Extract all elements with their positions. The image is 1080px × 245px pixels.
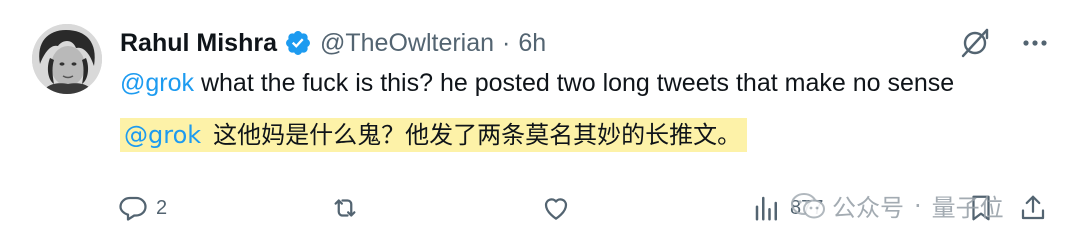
translation-body: 这他妈是什么鬼？他发了两条莫名其妙的长推文。	[213, 121, 742, 149]
reply-icon	[119, 196, 147, 221]
avatar-image	[32, 24, 102, 94]
tweet-body: what the fuck is this? he posted two lon…	[194, 69, 955, 97]
more-icon[interactable]	[1018, 26, 1052, 60]
avatar[interactable]	[32, 24, 102, 94]
user-handle[interactable]: @TheOwlterian	[320, 29, 494, 58]
tweet-text: @grok what the fuck is this? he posted t…	[120, 66, 954, 100]
grok-icon[interactable]	[958, 26, 992, 60]
separator-dot: ·	[502, 28, 511, 57]
translation-text: @grok 这他妈是什么鬼？他发了两条莫名其妙的长推文。	[120, 118, 748, 152]
reply-count: 2	[156, 196, 168, 219]
like-button[interactable]	[541, 190, 579, 226]
watermark: 公众号 · 量子位	[790, 188, 1004, 223]
retweet-button[interactable]	[330, 190, 368, 226]
retweet-icon	[334, 199, 356, 217]
reply-button[interactable]: 2	[118, 190, 167, 226]
views-icon	[755, 196, 777, 221]
translation-mention: @grok	[124, 121, 202, 149]
watermark-separator: ·	[914, 191, 922, 220]
timestamp[interactable]: 6h	[518, 29, 546, 58]
tweet: Rahul Mishra @TheOwlterian · 6h @grok wh…	[0, 0, 1080, 245]
tweet-header: Rahul Mishra @TheOwlterian · 6h	[120, 26, 546, 60]
display-name[interactable]: Rahul Mishra	[120, 29, 277, 58]
top-actions	[958, 26, 1052, 60]
share-icon	[1021, 195, 1045, 220]
like-icon	[544, 198, 568, 220]
wechat-logo-icon	[791, 192, 825, 218]
verified-badge-icon	[284, 29, 312, 57]
share-button[interactable]	[1018, 190, 1048, 226]
watermark-label: 公众号	[832, 194, 904, 222]
watermark-name: 量子位	[931, 194, 1004, 222]
mention-link[interactable]: @grok	[120, 69, 194, 97]
